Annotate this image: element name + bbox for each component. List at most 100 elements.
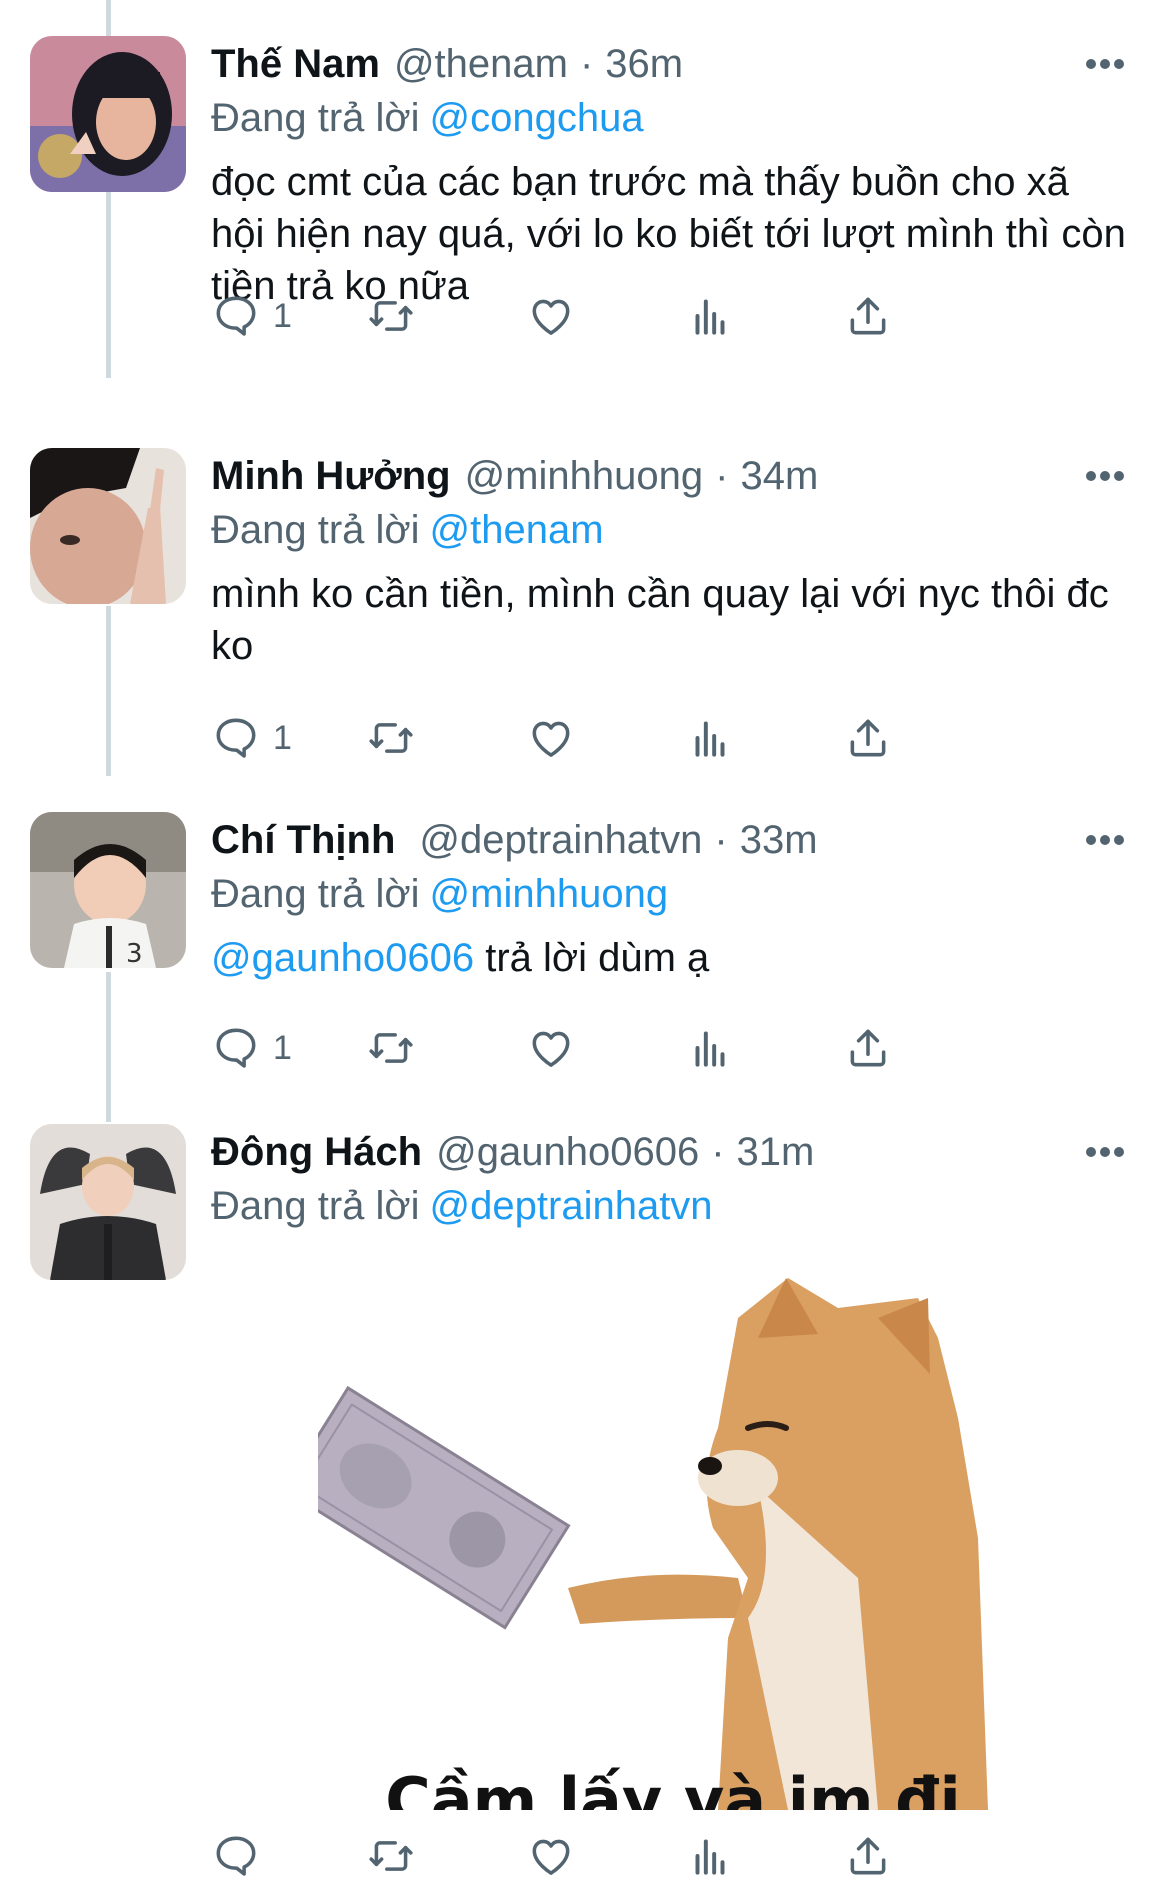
three-dots-icon bbox=[1086, 59, 1124, 69]
tweet-media-image[interactable]: Cầm lấy và im đi bbox=[318, 1278, 1028, 1810]
timestamp[interactable]: 31m bbox=[737, 1124, 815, 1180]
share-upload-icon bbox=[850, 1837, 886, 1875]
three-dots-icon bbox=[1086, 471, 1124, 481]
views-button[interactable] bbox=[685, 708, 735, 768]
share-button[interactable] bbox=[843, 286, 893, 346]
timestamp[interactable]: 33m bbox=[740, 812, 818, 868]
retweet-icon bbox=[369, 1841, 413, 1871]
retweet-icon bbox=[369, 301, 413, 331]
replying-label: Đang trả lời bbox=[211, 508, 420, 552]
reply-button[interactable]: 1 bbox=[211, 708, 292, 768]
bar-chart-icon bbox=[695, 299, 725, 335]
retweet-icon bbox=[369, 1033, 413, 1063]
replying-label: Đang trả lời bbox=[211, 872, 420, 916]
reply-count: 1 bbox=[273, 296, 292, 335]
avatar[interactable]: 3 bbox=[30, 812, 186, 968]
retweet-icon bbox=[369, 723, 413, 753]
more-options-button[interactable] bbox=[1080, 452, 1130, 500]
three-dots-icon bbox=[1086, 835, 1124, 845]
views-button[interactable] bbox=[685, 1826, 735, 1886]
text-mention[interactable]: @gaunho0606 bbox=[211, 936, 474, 980]
share-button[interactable] bbox=[843, 1018, 893, 1078]
tweet-text-content: trả lời dùm ạ bbox=[485, 936, 710, 980]
bar-chart-icon bbox=[695, 721, 725, 757]
replying-to-mention[interactable]: @minhhuong bbox=[430, 872, 669, 916]
avatar[interactable] bbox=[30, 448, 186, 604]
separator: · bbox=[711, 1130, 725, 1174]
tweet-text: @gaunho0606 trả lời dùm ạ bbox=[211, 932, 1130, 984]
replying-to-mention[interactable]: @thenam bbox=[430, 508, 604, 552]
avatar[interactable] bbox=[30, 1124, 186, 1280]
share-button[interactable] bbox=[843, 1826, 893, 1886]
display-name[interactable]: Chí Thịnh bbox=[211, 812, 395, 868]
like-button[interactable] bbox=[526, 1826, 576, 1886]
separator: · bbox=[714, 818, 728, 862]
more-options-button[interactable] bbox=[1080, 816, 1130, 864]
tweet-actions: 1 bbox=[211, 286, 1071, 346]
separator: · bbox=[579, 42, 594, 86]
tweet-text: mình ko cần tiền, mình cần quay lại với … bbox=[211, 572, 1109, 668]
replying-to-mention[interactable]: @congchua bbox=[430, 96, 644, 140]
replying-to: Đang trả lời @minhhuong bbox=[211, 868, 1130, 920]
tweet[interactable]: 3 Chí Thịnh @deptrainhatvn · 33m Đang tr… bbox=[0, 812, 1170, 1112]
replying-to-mention[interactable]: @deptrainhatvn bbox=[430, 1184, 713, 1228]
tweet-actions: 1 bbox=[211, 1018, 1071, 1078]
user-handle[interactable]: @thenam bbox=[394, 36, 568, 92]
replying-label: Đang trả lời bbox=[211, 1184, 420, 1228]
replying-to: Đang trả lời @deptrainhatvn bbox=[211, 1180, 1130, 1232]
heart-icon bbox=[532, 1839, 570, 1875]
views-button[interactable] bbox=[685, 286, 735, 346]
three-dots-icon bbox=[1086, 1147, 1124, 1157]
heart-icon bbox=[532, 299, 570, 335]
replying-to: Đang trả lời @thenam bbox=[211, 504, 1130, 556]
speech-bubble-icon bbox=[216, 296, 256, 336]
timestamp[interactable]: 36m bbox=[605, 36, 683, 92]
user-handle[interactable]: @deptrainhatvn bbox=[419, 812, 702, 868]
share-button[interactable] bbox=[843, 708, 893, 768]
replying-label: Đang trả lời bbox=[211, 96, 420, 140]
reply-count: 1 bbox=[273, 1028, 292, 1067]
bar-chart-icon bbox=[695, 1031, 725, 1067]
views-button[interactable] bbox=[685, 1018, 735, 1078]
display-name[interactable]: Minh Hưởng bbox=[211, 448, 451, 504]
meme-dog-illustration bbox=[318, 1278, 988, 1810]
reply-button[interactable] bbox=[211, 1826, 273, 1886]
bar-chart-icon bbox=[695, 1839, 725, 1875]
retweet-button[interactable] bbox=[366, 1018, 416, 1078]
user-handle[interactable]: @minhhuong bbox=[465, 448, 704, 504]
tweet-actions: 1 bbox=[211, 708, 1071, 768]
tweet-actions bbox=[211, 1826, 1071, 1886]
reply-thread: Thế Nam @thenam · 36m Đang trả lời @congc… bbox=[0, 0, 1170, 1896]
display-name[interactable]: Thế Nam bbox=[211, 36, 380, 92]
share-upload-icon bbox=[850, 1029, 886, 1067]
timestamp[interactable]: 34m bbox=[740, 448, 818, 504]
reply-button[interactable]: 1 bbox=[211, 286, 292, 346]
thread-connector-line bbox=[106, 0, 111, 36]
separator: · bbox=[715, 454, 729, 498]
more-options-button[interactable] bbox=[1080, 1128, 1130, 1176]
reply-count: 1 bbox=[273, 718, 292, 757]
more-options-button[interactable] bbox=[1080, 40, 1130, 88]
heart-icon bbox=[532, 721, 570, 757]
tweet[interactable]: Thế Nam @thenam · 36m Đang trả lời @congc… bbox=[0, 36, 1170, 416]
avatar[interactable] bbox=[30, 36, 186, 192]
meme-caption: Cầm lấy và im đi bbox=[385, 1764, 961, 1811]
retweet-button[interactable] bbox=[366, 286, 416, 346]
speech-bubble-icon bbox=[216, 1836, 256, 1876]
reply-button[interactable]: 1 bbox=[211, 1018, 292, 1078]
user-handle[interactable]: @gaunho0606 bbox=[436, 1124, 699, 1180]
speech-bubble-icon bbox=[216, 718, 256, 758]
svg-text:3: 3 bbox=[126, 939, 143, 968]
tweet[interactable]: Minh Hưởng @minhhuong · 34m Đang trả lời… bbox=[0, 448, 1170, 768]
share-upload-icon bbox=[850, 719, 886, 757]
heart-icon bbox=[532, 1031, 570, 1067]
display-name[interactable]: Đông Hách bbox=[211, 1124, 422, 1180]
like-button[interactable] bbox=[526, 708, 576, 768]
retweet-button[interactable] bbox=[366, 708, 416, 768]
like-button[interactable] bbox=[526, 1018, 576, 1078]
like-button[interactable] bbox=[526, 286, 576, 346]
retweet-button[interactable] bbox=[366, 1826, 416, 1886]
speech-bubble-icon bbox=[216, 1028, 256, 1068]
share-upload-icon bbox=[850, 297, 886, 335]
replying-to: Đang trả lời @congchua bbox=[211, 92, 1130, 144]
